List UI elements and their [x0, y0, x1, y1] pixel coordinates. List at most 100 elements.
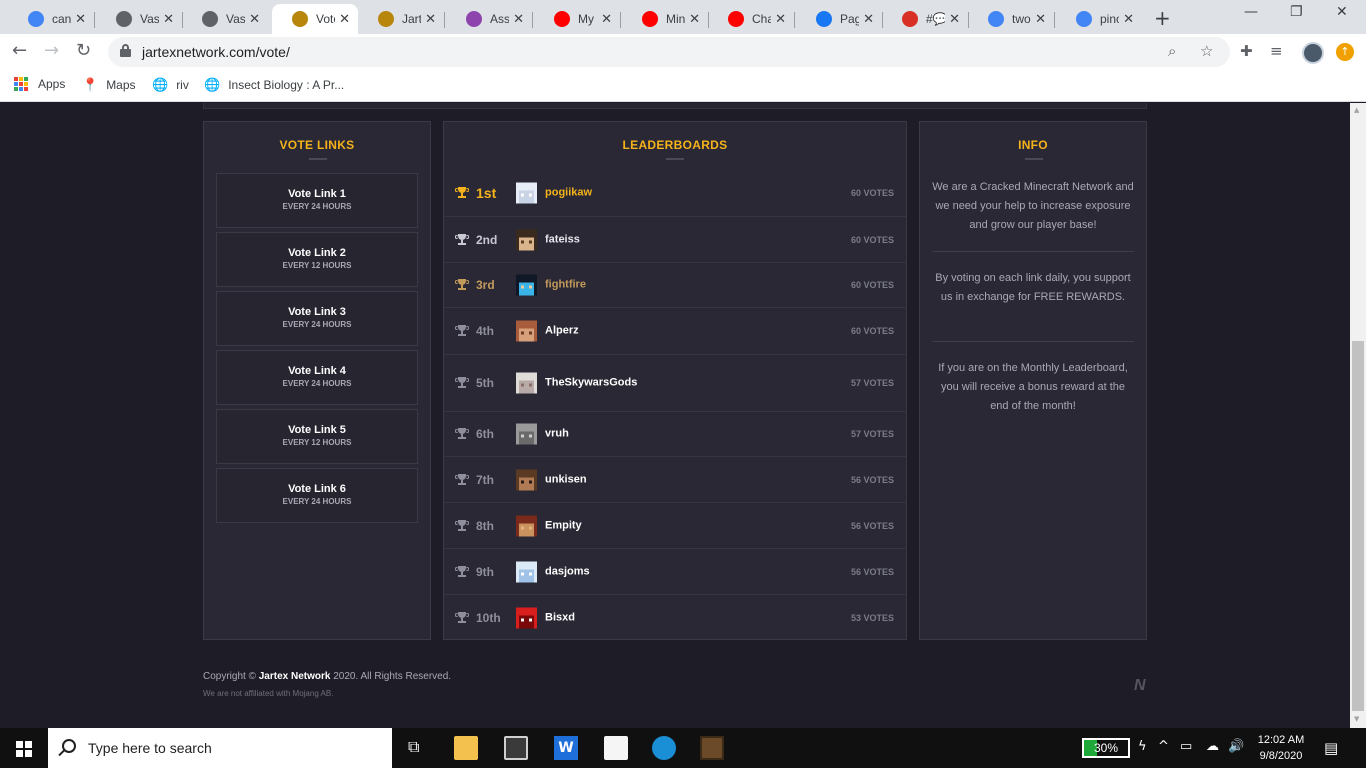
- new-tab-button[interactable]: +: [1154, 6, 1171, 30]
- battery-indicator[interactable]: 30%: [1082, 738, 1130, 758]
- scroll-up-arrow-icon[interactable]: ▲: [1354, 106, 1359, 114]
- network-icon[interactable]: ▭: [1180, 739, 1192, 754]
- taskbar-search-box[interactable]: Type here to search: [48, 728, 392, 768]
- close-tab-icon[interactable]: ✕: [775, 12, 786, 27]
- bookmark-maps[interactable]: 📍 Maps: [82, 77, 136, 93]
- vote-link-button[interactable]: Vote Link 5 EVERY 12 HOURS: [216, 409, 418, 464]
- file-explorer-icon[interactable]: [454, 736, 478, 760]
- volume-icon[interactable]: 🔊: [1228, 739, 1244, 754]
- browser-tab[interactable]: Page✕: [796, 4, 882, 34]
- vote-link-button[interactable]: Vote Link 1 EVERY 24 HOURS: [216, 173, 418, 228]
- onedrive-icon[interactable]: ☁: [1206, 739, 1219, 754]
- zoom-search-icon[interactable]: ⌕: [1168, 42, 1176, 60]
- vote-link-button[interactable]: Vote Link 4 EVERY 24 HOURS: [216, 350, 418, 405]
- notifications-icon[interactable]: ▤: [1324, 739, 1338, 757]
- globe-icon: [202, 11, 218, 27]
- browser-tab[interactable]: pinc ✕: [1056, 4, 1142, 34]
- close-tab-icon[interactable]: ✕: [863, 12, 874, 27]
- bookmark-riv[interactable]: 🌐 riv: [152, 77, 189, 93]
- close-tab-icon[interactable]: ✕: [513, 12, 524, 27]
- assignment-icon: [466, 11, 482, 27]
- minecraft-icon[interactable]: [700, 736, 724, 760]
- tab-title: Jarte: [402, 12, 422, 26]
- close-tab-icon[interactable]: ✕: [339, 12, 350, 27]
- browser-tab[interactable]: Jarte✕: [358, 4, 444, 34]
- rank-label: 2nd: [476, 232, 498, 247]
- close-tab-icon[interactable]: ✕: [601, 12, 612, 27]
- wps-writer-icon[interactable]: W: [554, 736, 578, 760]
- leaderboards-title: LEADERBOARDS: [622, 138, 728, 152]
- globe-icon: 🌐: [204, 77, 221, 92]
- vote-link-name: Vote Link 2: [288, 247, 346, 259]
- vote-count: 53 VOTES: [850, 612, 894, 623]
- footer-logo: N: [1134, 677, 1146, 694]
- jartex-icon: [292, 11, 308, 27]
- browser-tab[interactable]: Mine✕: [622, 4, 708, 34]
- windows-start-icon[interactable]: [16, 741, 32, 757]
- vote-link-button[interactable]: Vote Link 2 EVERY 12 HOURS: [216, 232, 418, 287]
- browser-tab[interactable]: two ✕: [968, 4, 1054, 34]
- info-divider: [932, 251, 1134, 252]
- tab-title: #💬: [926, 12, 946, 26]
- close-tab-icon[interactable]: ✕: [249, 12, 260, 27]
- browser-tab[interactable]: Vasc✕: [182, 4, 268, 34]
- bookmark-apps[interactable]: Apps: [14, 77, 65, 91]
- leaderboard-row: 6th vruh 57 VOTES: [444, 412, 906, 457]
- extensions-puzzle-icon[interactable]: ✚: [1240, 42, 1253, 60]
- browser-tab[interactable]: Assi✕: [446, 4, 532, 34]
- close-tab-icon[interactable]: ✕: [949, 12, 960, 27]
- trophy-icon: [455, 611, 469, 624]
- youtube-icon: [554, 11, 570, 27]
- scroll-down-arrow-icon[interactable]: ▼: [1354, 715, 1359, 723]
- google-icon: [28, 11, 44, 27]
- task-view-icon[interactable]: ⧉: [408, 737, 419, 757]
- close-tab-icon[interactable]: ✕: [163, 12, 174, 27]
- tab-separator: [532, 12, 533, 28]
- update-icon[interactable]: ↑: [1336, 43, 1354, 61]
- close-tab-icon[interactable]: ✕: [689, 12, 700, 27]
- player-name: dasjoms: [545, 565, 590, 577]
- player-avatar: [516, 320, 537, 342]
- browser-tab[interactable]: My r ✕: [534, 4, 620, 34]
- page-scrollbar[interactable]: ▲ ▼: [1350, 103, 1366, 728]
- minimize-button[interactable]: —: [1244, 4, 1258, 20]
- media-queue-icon[interactable]: ≡: [1270, 42, 1283, 60]
- scroll-thumb[interactable]: [1352, 341, 1364, 711]
- close-tab-icon[interactable]: ✕: [425, 12, 436, 27]
- footer-brand-link[interactable]: Jartex Network: [259, 671, 331, 682]
- info-paragraph-2: By voting on each link daily, you suppor…: [935, 272, 1131, 303]
- restore-button[interactable]: ❐: [1290, 4, 1303, 20]
- edge-browser-icon[interactable]: [652, 736, 676, 760]
- player-avatar: [516, 182, 537, 204]
- vote-link-button[interactable]: Vote Link 3 EVERY 24 HOURS: [216, 291, 418, 346]
- profile-avatar[interactable]: [1302, 42, 1324, 64]
- bookmark-star-icon[interactable]: ☆: [1200, 42, 1213, 60]
- document-icon[interactable]: [604, 736, 628, 760]
- vote-count: 60 VOTES: [850, 326, 894, 336]
- vote-link-frequency: EVERY 12 HOURS: [282, 438, 352, 447]
- vote-link-button[interactable]: Vote Link 6 EVERY 24 HOURS: [216, 468, 418, 523]
- address-bar[interactable]: jartexnetwork.com/vote/ ⌕ ☆: [108, 37, 1230, 67]
- clock-time: 12:02 AM: [1257, 734, 1305, 746]
- reload-icon[interactable]: ↻: [76, 40, 91, 61]
- info-paragraph-3: If you are on the Monthly Leaderboard, y…: [938, 362, 1128, 412]
- bookmark-insect-biology[interactable]: 🌐 Insect Biology : A Pr...: [204, 77, 344, 93]
- browser-tab[interactable]: cann✕: [8, 4, 94, 34]
- close-tab-icon[interactable]: ✕: [1123, 12, 1134, 27]
- back-arrow-icon[interactable]: ←: [12, 40, 27, 61]
- trophy-icon: [455, 325, 469, 337]
- tab-separator: [444, 12, 445, 28]
- browser-tab[interactable]: Char✕: [708, 4, 794, 34]
- player-name: Empity: [545, 519, 582, 531]
- close-tab-icon[interactable]: ✕: [75, 12, 86, 27]
- maps-pin-icon: 📍: [82, 77, 99, 92]
- browser-tab[interactable]: Vote ✕: [272, 4, 358, 34]
- show-hidden-icons-icon[interactable]: ^: [1158, 739, 1169, 754]
- store-icon[interactable]: [504, 736, 528, 760]
- close-tab-icon[interactable]: ✕: [1035, 12, 1046, 27]
- browser-tab[interactable]: #💬 ✕: [882, 4, 968, 34]
- forward-arrow-icon[interactable]: →: [44, 40, 59, 61]
- taskbar-clock[interactable]: 12:02 AM 9/8/2020: [1246, 732, 1316, 764]
- close-window-button[interactable]: ✕: [1336, 4, 1348, 20]
- browser-tab[interactable]: Vasc✕: [96, 4, 182, 34]
